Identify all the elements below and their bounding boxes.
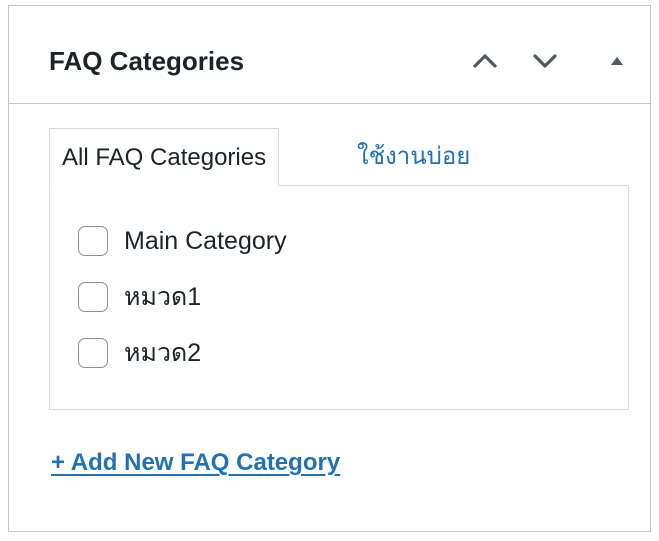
category-label: หมวด1: [124, 283, 202, 311]
tab-most-used[interactable]: ใช้งานบ่อย: [345, 128, 482, 186]
category-label: หมวด2: [124, 339, 202, 367]
category-tabs: All FAQ Categories ใช้งานบ่อย: [49, 128, 629, 186]
category-option[interactable]: หมวด2: [78, 338, 201, 368]
move-down-button[interactable]: [527, 40, 563, 80]
metabox-title: FAQ Categories: [49, 46, 245, 76]
triangle-up-icon: [611, 57, 623, 65]
list-item: หมวด2: [78, 338, 287, 394]
chevron-down-icon: [533, 54, 557, 68]
tab-all-faq-categories[interactable]: All FAQ Categories: [49, 128, 280, 186]
faq-categories-metabox: FAQ Categories All FAQ Categories ใช้งาน…: [8, 5, 651, 532]
category-option[interactable]: Main Category: [78, 226, 287, 256]
category-option[interactable]: หมวด1: [78, 282, 201, 312]
category-checklist: Main Category หมวด1 หมวด2: [78, 226, 287, 394]
chevron-up-icon: [473, 54, 497, 68]
checkbox[interactable]: [78, 338, 108, 368]
category-label: Main Category: [124, 227, 287, 255]
list-item: หมวด1: [78, 282, 287, 338]
checkbox[interactable]: [78, 226, 108, 256]
metabox-header: FAQ Categories: [9, 6, 650, 104]
checkbox[interactable]: [78, 282, 108, 312]
move-up-button[interactable]: [467, 40, 503, 80]
metabox-inside: All FAQ Categories ใช้งานบ่อย Main Categ…: [49, 128, 629, 410]
list-item: Main Category: [78, 226, 287, 282]
categories-panel: Main Category หมวด1 หมวด2: [49, 185, 629, 410]
toggle-panel-button[interactable]: [599, 40, 635, 80]
add-new-category-link[interactable]: + Add New FAQ Category: [51, 448, 340, 478]
